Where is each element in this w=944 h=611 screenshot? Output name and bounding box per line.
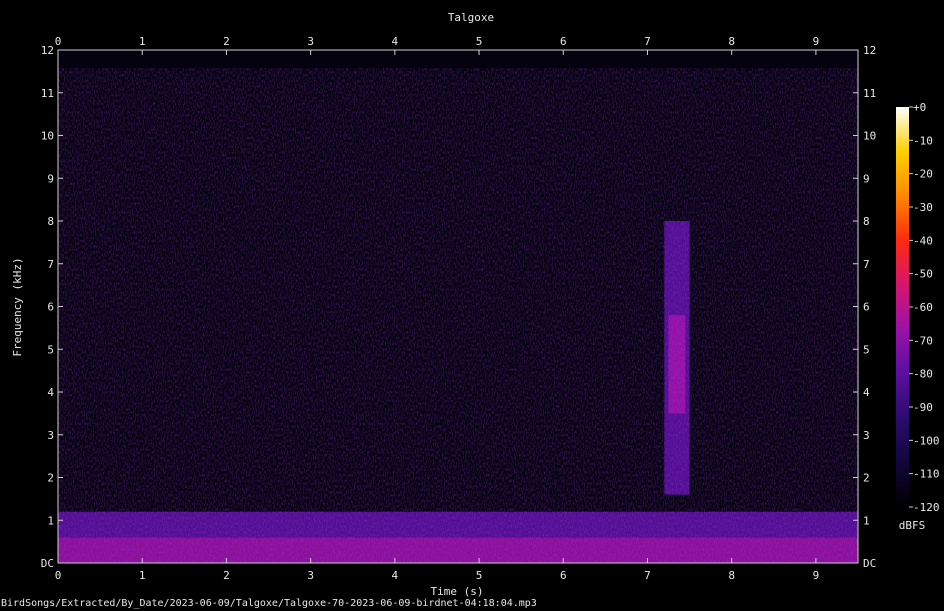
y-tick-label-left: 11 xyxy=(41,87,54,100)
y-tick-label-left: 12 xyxy=(41,44,54,57)
x-tick-label: 7 xyxy=(644,569,651,582)
x-tick-label-top: 0 xyxy=(55,35,62,48)
x-tick-label: 8 xyxy=(728,569,735,582)
y-tick-label-right: 6 xyxy=(863,301,870,314)
y-tick-label-left: 7 xyxy=(47,258,54,271)
y-tick-label-right: 7 xyxy=(863,258,870,271)
colorbar-tick-label: -60 xyxy=(913,301,933,314)
y-axis-label: Frequency (kHz) xyxy=(11,257,24,356)
x-tick-label: 5 xyxy=(476,569,483,582)
colorbar-gradient xyxy=(896,107,909,507)
y-tick-label-left: 3 xyxy=(47,429,54,442)
y-tick-label-left: 6 xyxy=(47,301,54,314)
colorbar-tick-label: -70 xyxy=(913,334,933,347)
y-tick-label-right: 4 xyxy=(863,386,870,399)
y-tick-label-left: 1 xyxy=(47,514,54,527)
y-tick-label-right: 11 xyxy=(863,87,876,100)
x-tick-label: 2 xyxy=(223,569,230,582)
y-tick-label-left: 2 xyxy=(47,472,54,485)
x-tick-label: 0 xyxy=(55,569,62,582)
x-tick-label: 1 xyxy=(139,569,146,582)
x-tick-label-top: 2 xyxy=(223,35,230,48)
y-tick-label-left: 10 xyxy=(41,130,54,143)
colorbar-tick-label: +0 xyxy=(913,101,926,114)
x-tick-label: 6 xyxy=(560,569,567,582)
y-tick-label-right: DC xyxy=(863,557,876,570)
y-tick-label-left: 9 xyxy=(47,172,54,185)
y-tick-label-right: 9 xyxy=(863,172,870,185)
colorbar-tick-label: -100 xyxy=(913,434,940,447)
x-tick-label-top: 5 xyxy=(476,35,483,48)
colorbar-tick-label: -50 xyxy=(913,268,933,281)
y-tick-label-left: DC xyxy=(41,557,54,570)
x-tick-label-top: 3 xyxy=(307,35,314,48)
spectrogram-noise-texture xyxy=(58,68,858,563)
x-tick-label-top: 7 xyxy=(644,35,651,48)
colorbar-tick-label: -20 xyxy=(913,168,933,181)
y-tick-label-right: 12 xyxy=(863,44,876,57)
colorbar-tick-label: -90 xyxy=(913,401,933,414)
chart-title: Talgoxe xyxy=(448,11,494,24)
y-tick-label-left: 8 xyxy=(47,215,54,228)
y-tick-label-left: 5 xyxy=(47,343,54,356)
x-tick-label: 4 xyxy=(392,569,399,582)
colorbar-tick-label: -120 xyxy=(913,501,940,514)
x-tick-label-top: 6 xyxy=(560,35,567,48)
spectrogram-figure: Talgoxe 00112233445566778899DC DC1 12 23 34 4… xyxy=(11,11,940,598)
y-tick-label-right: 5 xyxy=(863,343,870,356)
colorbar-label: dBFS xyxy=(899,519,926,532)
colorbar: +0 -10 -20 -30 -40 -50 -60 -70 -80 -90 -100 -110 -12… xyxy=(896,101,940,514)
y-tick-label-right: 3 xyxy=(863,429,870,442)
colorbar-tick-label: -110 xyxy=(913,468,940,481)
x-axis-label: Time (s) xyxy=(431,585,484,598)
file-path-footer: BirdSongs/Extracted/By_Date/2023-06-09/T… xyxy=(1,598,537,609)
x-tick-label-top: 9 xyxy=(813,35,820,48)
x-tick-label-top: 8 xyxy=(728,35,735,48)
colorbar-tick-label: -10 xyxy=(913,134,933,147)
y-tick-label-right: 10 xyxy=(863,130,876,143)
x-tick-label: 3 xyxy=(307,569,314,582)
y-tick-label-right: 2 xyxy=(863,472,870,485)
x-tick-label: 9 xyxy=(813,569,820,582)
y-tick-label-right: 1 xyxy=(863,514,870,527)
colorbar-tick-label: -40 xyxy=(913,234,933,247)
x-tick-label-top: 4 xyxy=(392,35,399,48)
x-tick-label-top: 1 xyxy=(139,35,146,48)
colorbar-tick-label: -30 xyxy=(913,201,933,214)
colorbar-tick-label: -80 xyxy=(913,368,933,381)
y-tick-label-right: 8 xyxy=(863,215,870,228)
y-tick-label-left: 4 xyxy=(47,386,54,399)
plot-area xyxy=(58,50,858,563)
